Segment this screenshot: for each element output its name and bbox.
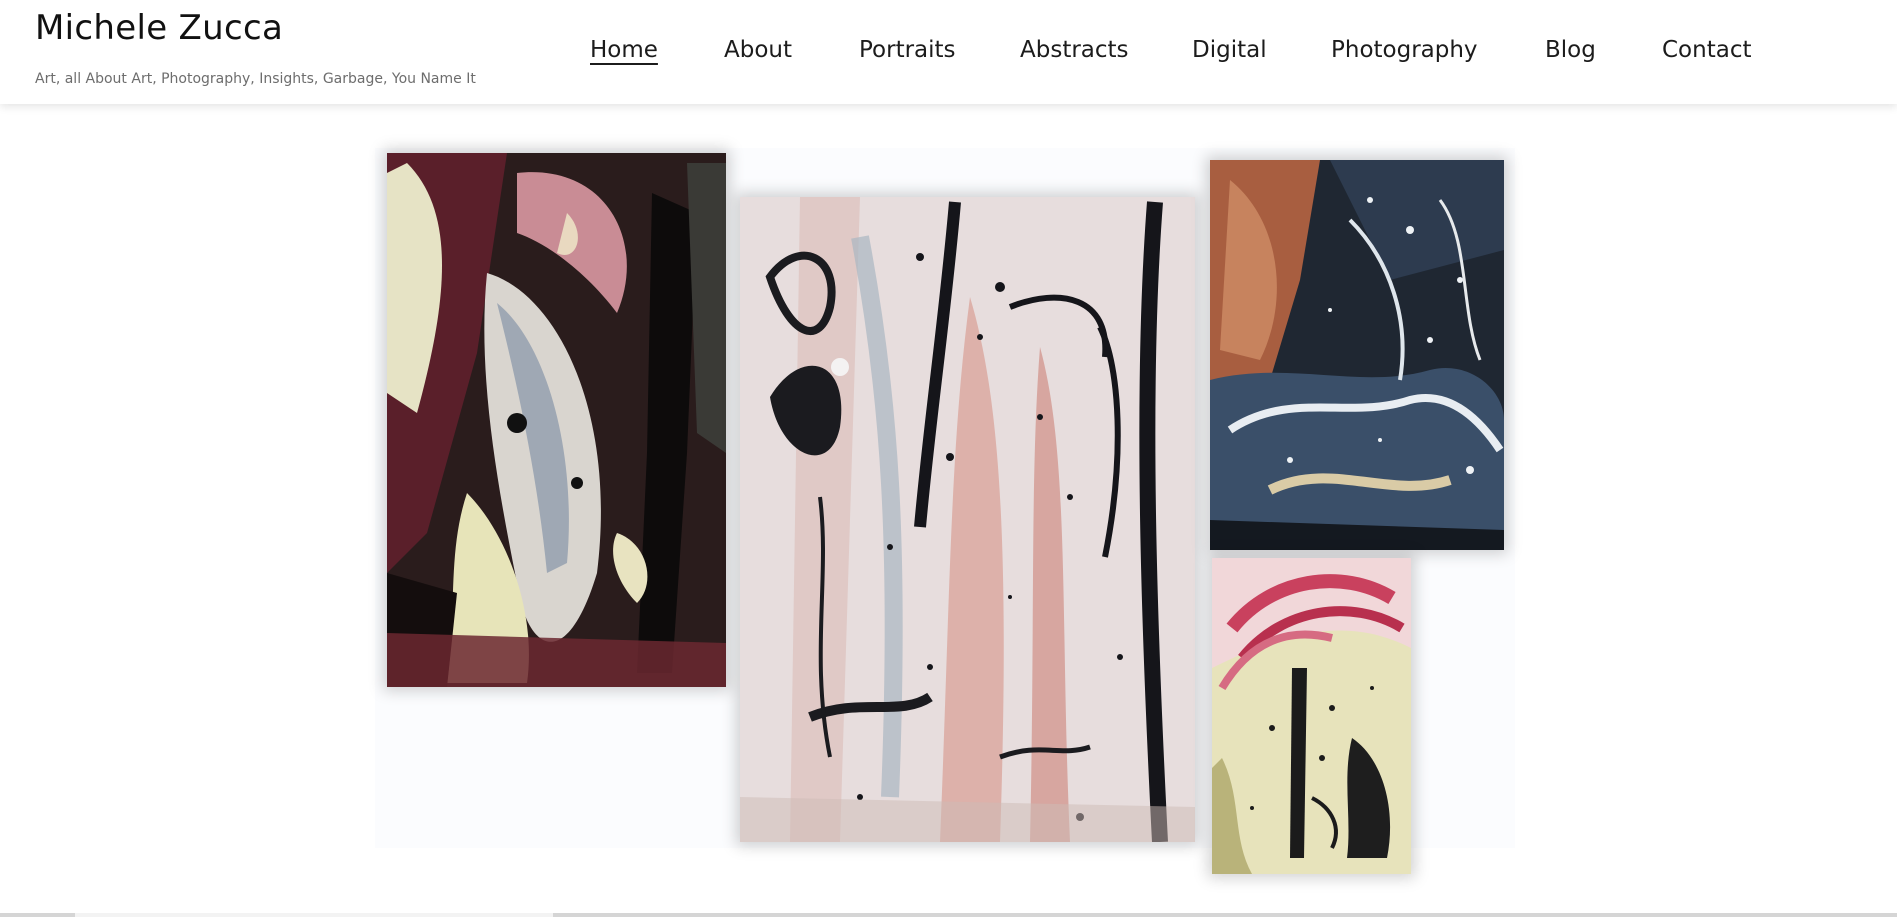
abstract-painting-2[interactable] bbox=[740, 197, 1195, 842]
scrollbar-thumb[interactable] bbox=[75, 913, 553, 917]
nav-portraits[interactable]: Portraits bbox=[859, 37, 956, 63]
abstract-painting-4[interactable] bbox=[1212, 558, 1411, 874]
abstract-painting-1[interactable] bbox=[387, 153, 726, 687]
nav-abstracts[interactable]: Abstracts bbox=[1020, 37, 1129, 63]
abstract-painting-3[interactable] bbox=[1210, 160, 1504, 550]
nav-home[interactable]: Home bbox=[590, 37, 658, 63]
nav-contact[interactable]: Contact bbox=[1662, 37, 1751, 63]
site-title[interactable]: Michele Zucca bbox=[35, 8, 283, 48]
nav-about[interactable]: About bbox=[724, 37, 792, 63]
site-tagline: Art, all About Art, Photography, Insight… bbox=[35, 71, 476, 87]
nav-photography[interactable]: Photography bbox=[1331, 37, 1478, 63]
nav-digital[interactable]: Digital bbox=[1192, 37, 1267, 63]
site-header: Michele Zucca Art, all About Art, Photog… bbox=[0, 0, 1897, 104]
horizontal-scrollbar[interactable] bbox=[0, 913, 1897, 917]
nav-blog[interactable]: Blog bbox=[1545, 37, 1596, 63]
